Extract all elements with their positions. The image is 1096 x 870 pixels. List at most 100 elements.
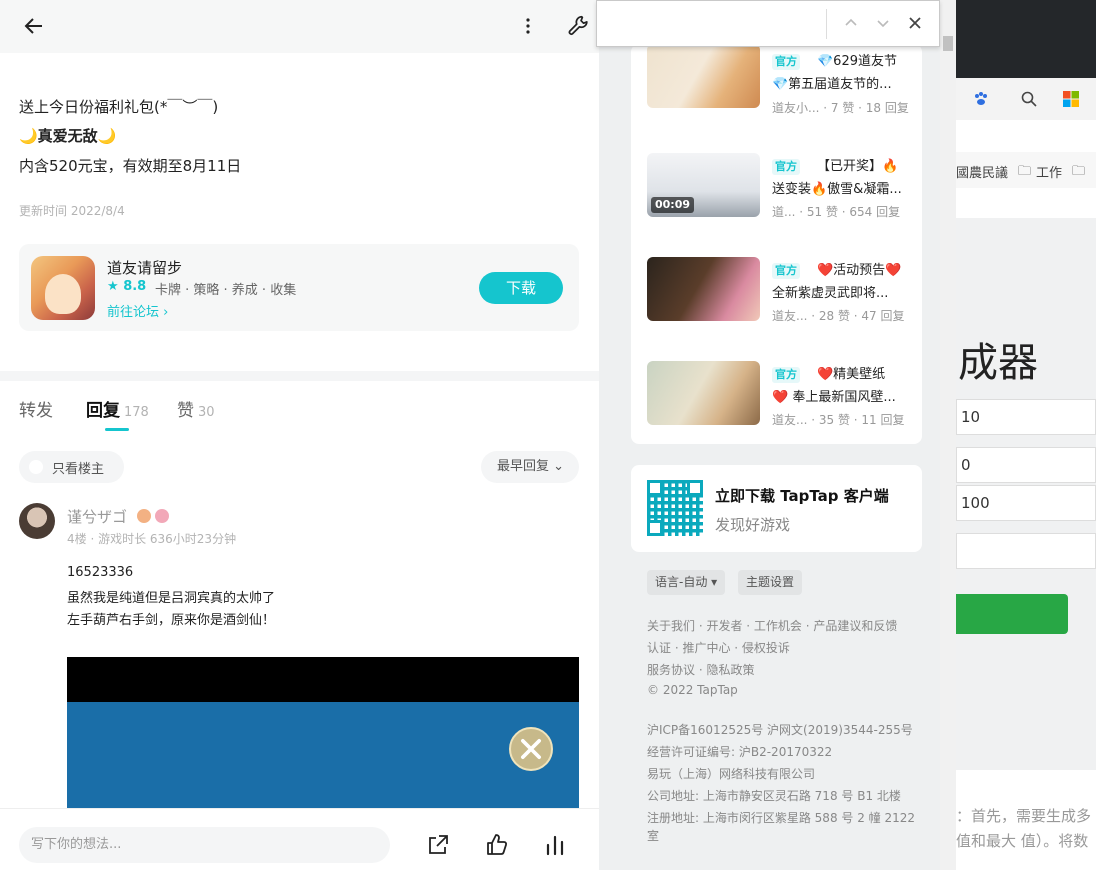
theme-settings-button[interactable]: 主题设置 <box>738 570 803 595</box>
tab-likes[interactable]: 赞 30 <box>177 396 215 421</box>
number-field[interactable]: 100 <box>956 485 1096 521</box>
updated-time: 更新时间 2022/8/4 <box>19 204 125 218</box>
only-owner-label: 只看楼主 <box>52 462 105 477</box>
footer-links[interactable]: 认证 · 推广中心 · 侵权投诉 <box>647 639 790 656</box>
post-title[interactable]: ❤️精美壁纸 <box>817 363 909 382</box>
scrollbar[interactable] <box>940 0 956 870</box>
copyright: © 2022 TapTap <box>647 683 738 697</box>
scrollbar-thumb[interactable] <box>943 36 953 51</box>
post-meta: 道友... · 35 赞 · 11 回复 <box>772 413 905 427</box>
post-subtitle[interactable]: ❤️ 奉上最新国风壁... <box>772 386 909 405</box>
avatar[interactable] <box>19 503 55 539</box>
generate-button[interactable] <box>956 594 1068 634</box>
footer-legal: 公司地址: 上海市静安区灵石路 718 号 B1 北楼 <box>647 789 901 803</box>
close-icon[interactable] <box>509 727 553 771</box>
language-select[interactable]: 语言-自动 ▾ <box>647 570 726 595</box>
tab-replies[interactable]: 回复 178 <box>86 396 149 421</box>
tab-repost[interactable]: 转发 <box>19 396 57 421</box>
more-vertical-icon[interactable] <box>516 14 540 38</box>
post-line-2: 🌙真爱无敌🌙 <box>19 127 117 145</box>
related-post[interactable]: 官方 ❤️精美壁纸 ❤️ 奉上最新国风壁... 道友... · 35 赞 · 1… <box>647 361 909 427</box>
chevron-down-icon[interactable] <box>874 14 892 32</box>
game-card[interactable]: 道友请留步 ★ 8.8 卡牌 · 策略 · 养成 · 收集 前往论坛 › 下载 <box>19 244 579 331</box>
footer-legal: 注册地址: 上海市闵行区紫星路 588 号 2 幢 2122 <box>647 811 916 825</box>
footer-legal: 室 <box>647 829 660 843</box>
related-post[interactable]: 官方 💎629道友节 💎第五届道友节的... 道友小... · 7 赞 · 18… <box>647 44 909 115</box>
back-arrow-icon[interactable] <box>22 14 46 38</box>
official-tag: 官方 <box>772 54 800 70</box>
post-meta: 道... · 51 赞 · 654 回复 <box>772 205 901 219</box>
find-bar <box>596 0 940 47</box>
level-badge-icon <box>137 509 151 523</box>
post-thumbnail[interactable] <box>647 361 760 425</box>
official-tag: 官方 <box>772 263 800 279</box>
comment-line-2: 虽然我是纯道但是吕洞宾真的太帅了 <box>67 591 276 606</box>
thumbs-up-icon[interactable] <box>485 833 509 857</box>
sort-dropdown[interactable]: 最早回复 ⌄ <box>481 451 579 483</box>
browser-toolbar <box>956 78 1096 120</box>
post-subtitle[interactable]: 全新紫虚灵武即将... <box>772 282 909 301</box>
bottom-bar: 写下你的想法... <box>0 808 599 870</box>
related-post[interactable]: 00:09 官方 【已开奖】🔥 送变装🔥傲雪&凝霜... 道... · 51 赞… <box>647 153 909 219</box>
sidebar: 官方 💎629道友节 💎第五届道友节的... 道友小... · 7 赞 · 18… <box>599 0 942 870</box>
find-input[interactable] <box>603 7 823 39</box>
chevron-down-icon: ⌄ <box>553 459 565 474</box>
number-field[interactable]: 0 <box>956 447 1096 483</box>
baidu-paw-icon[interactable] <box>972 90 990 108</box>
official-tag: 官方 <box>772 367 800 383</box>
post-thumbnail[interactable] <box>647 44 760 108</box>
footer-links[interactable]: 服务协议 · 隐私政策 <box>647 661 754 678</box>
description-text: 值和最大 值）。将数 <box>956 832 1089 850</box>
comment-line-3: 左手葫芦右手剑，原来你是酒剑仙！ <box>67 613 276 628</box>
app-download-subtitle: 发现好游戏 <box>715 516 791 534</box>
star-icon: ★ <box>107 279 124 294</box>
qr-code <box>647 480 703 536</box>
bookmarks-bar: 國農民議 🗀 工作 🗀 <box>956 152 1096 188</box>
comment-image[interactable] <box>67 657 579 817</box>
related-post[interactable]: 官方 ❤️活动预告❤️ 全新紫虚灵武即将... 道友... · 28 赞 · 4… <box>647 257 909 323</box>
game-icon[interactable] <box>31 256 95 320</box>
forum-link[interactable]: 前往论坛 › <box>107 301 168 320</box>
reply-input[interactable]: 写下你的想法... <box>19 827 390 863</box>
folder-icon: 🗀 <box>1072 164 1086 179</box>
app-download-card[interactable]: 立即下载 TapTap 客户端 发现好游戏 <box>631 465 922 552</box>
search-icon[interactable] <box>1020 90 1038 108</box>
game-rating: ★ 8.8 <box>107 279 147 294</box>
radio-icon <box>29 460 43 474</box>
bookmark-item[interactable]: 國農民議 <box>956 162 1008 181</box>
post-subtitle[interactable]: 💎第五届道友节的... <box>772 73 909 92</box>
empty-field[interactable] <box>956 533 1096 569</box>
background-window: 國農民議 🗀 工作 🗀 成器 10 0 100 ：首先，需要生成多 值和最大 值… <box>956 0 1096 870</box>
post-line-1: 送上今日份福利礼包(*￣︶￣) <box>19 98 219 116</box>
post-title[interactable]: 【已开奖】🔥 <box>817 155 909 174</box>
close-icon[interactable] <box>906 14 924 32</box>
post-subtitle[interactable]: 送变装🔥傲雪&凝霜... <box>772 178 909 197</box>
post-title[interactable]: 💎629道友节 <box>817 50 909 69</box>
footer-legal: 经营许可证编号: 沪B2-20170322 <box>647 745 833 759</box>
top-bar <box>0 0 599 53</box>
section-divider <box>0 371 599 381</box>
bar-chart-icon[interactable] <box>543 833 567 857</box>
only-owner-toggle[interactable]: 只看楼主 <box>19 451 124 483</box>
active-tab-indicator <box>105 428 129 431</box>
comment-line-1: 16523336 <box>67 565 134 580</box>
page-heading: 成器 <box>958 340 1038 386</box>
number-field[interactable]: 10 <box>956 399 1096 435</box>
bookmark-item[interactable]: 工作 <box>1036 162 1062 181</box>
windows-logo-icon[interactable] <box>1062 90 1080 108</box>
app-download-title[interactable]: 立即下载 TapTap 客户端 <box>715 485 889 506</box>
comment-username[interactable]: 谨兮ザゴ <box>67 506 127 527</box>
post-thumbnail[interactable] <box>647 257 760 321</box>
download-button[interactable]: 下载 <box>479 272 563 304</box>
post-title[interactable]: ❤️活动预告❤️ <box>817 259 909 278</box>
chevron-up-icon[interactable] <box>842 14 860 32</box>
comment-meta: 4楼 · 游戏时长 636小时23分钟 <box>67 532 237 546</box>
fan-badge-icon <box>155 509 169 523</box>
post-thumbnail[interactable]: 00:09 <box>647 153 760 217</box>
game-name[interactable]: 道友请留步 <box>107 257 182 278</box>
folder-icon: 🗀 <box>1018 164 1032 179</box>
wrench-icon[interactable] <box>566 13 592 39</box>
share-icon[interactable] <box>426 833 450 857</box>
footer-links[interactable]: 关于我们 · 开发者 · 工作机会 · 产品建议和反馈 <box>647 617 897 634</box>
footer-legal[interactable]: 沪ICP备16012525号 沪网文(2019)3544-255号 <box>647 721 913 738</box>
